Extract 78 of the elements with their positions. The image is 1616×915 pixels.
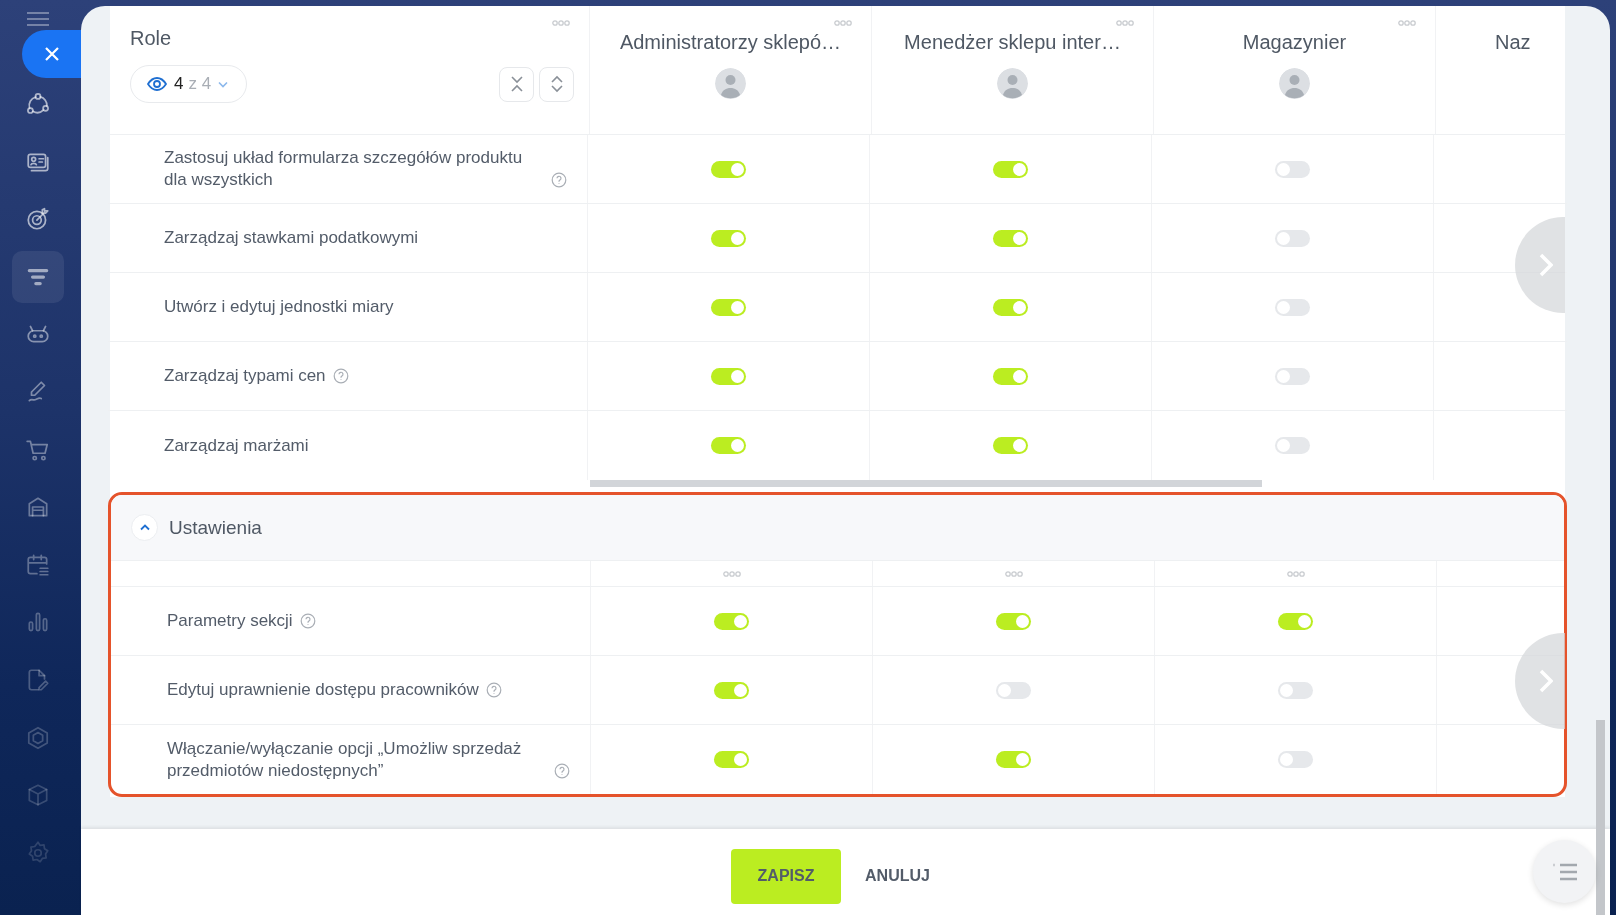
toggle-switch[interactable]: [1275, 367, 1310, 385]
cancel-button[interactable]: ANULUJ: [865, 867, 930, 885]
chevron-down-icon: [218, 80, 229, 88]
toggle-switch[interactable]: [1275, 298, 1310, 316]
permission-label: Zarządzaj marżami: [164, 434, 309, 457]
toggle-switch[interactable]: [996, 681, 1031, 699]
permission-label: Zarządzaj stawkami podatkowymi: [164, 227, 419, 249]
collapse-icon: [509, 75, 524, 93]
dots-icon[interactable]: [722, 570, 741, 577]
permission-label: Utwórz i edytuj jednostki miary: [164, 296, 394, 318]
vertical-scrollbar[interactable]: [1596, 720, 1605, 915]
toggle-switch[interactable]: [1275, 160, 1310, 178]
toggle-switch[interactable]: [714, 612, 749, 630]
toggle-switch[interactable]: [711, 160, 746, 178]
toggle-switch[interactable]: [1275, 437, 1310, 454]
toggle-switch[interactable]: [711, 437, 746, 454]
save-button[interactable]: ZAPISZ: [731, 848, 842, 904]
toggle-switch[interactable]: [993, 437, 1028, 454]
section-toggle-button[interactable]: [131, 514, 158, 541]
dots-icon[interactable]: [552, 20, 570, 26]
expand-all-button[interactable]: [539, 66, 574, 102]
permission-label: Parametry sekcji: [167, 610, 293, 632]
toggle-switch[interactable]: [1278, 751, 1313, 768]
toggle-switch[interactable]: [711, 229, 746, 247]
dots-icon[interactable]: [1286, 570, 1305, 577]
permission-label: Zarządzaj typami cen: [164, 365, 326, 387]
user-avatar-icon: [997, 68, 1028, 99]
column-title: Magazynier: [1242, 30, 1347, 54]
chevron-right-icon: [1539, 669, 1553, 693]
section-title: Ustawienia: [169, 516, 262, 539]
dots-icon[interactable]: [1398, 20, 1416, 26]
target-icon: [25, 206, 51, 233]
toggle-switch[interactable]: [714, 751, 749, 768]
toggle-switch[interactable]: [711, 367, 746, 385]
user-avatar-icon: [715, 68, 746, 99]
permission-label: Zastosuj układ formularza szczegółów produktu dla wszystkich: [164, 147, 524, 191]
toggle-switch[interactable]: [996, 751, 1031, 768]
horizontal-scrollbar[interactable]: [590, 480, 1262, 487]
list-icon: [1551, 862, 1578, 881]
toggle-switch[interactable]: [993, 160, 1028, 178]
eye-icon: [147, 77, 167, 91]
calendar-icon: [25, 551, 51, 578]
document-edit-icon: [25, 666, 51, 693]
dots-icon[interactable]: [834, 20, 852, 26]
toggle-switch[interactable]: [1275, 229, 1310, 247]
permission-label: Włączanie/wyłączanie opcji „Umożliw sprzedaż przedmiotów niedostępnych”: [167, 737, 523, 782]
column-title: Administratorzy sklepó…: [619, 30, 842, 54]
column-title: Role: [130, 26, 172, 50]
toggle-switch[interactable]: [714, 681, 749, 699]
help-icon[interactable]: [299, 613, 316, 629]
menu-icon[interactable]: [27, 11, 49, 27]
nodes-icon: [25, 91, 51, 117]
permission-label: Edytuj uprawnienie dostępu pracowników: [167, 679, 479, 701]
help-icon[interactable]: [485, 682, 502, 698]
user-avatar-icon: [1279, 68, 1310, 99]
help-icon[interactable]: [554, 762, 570, 779]
close-icon: [43, 46, 60, 62]
sidebar-button[interactable]: [12, 250, 64, 303]
column-title: Naz: [1495, 31, 1531, 53]
expand-icon: [549, 75, 564, 93]
toggle-switch[interactable]: [711, 298, 746, 316]
visibility-filter-button[interactable]: 4 z 4: [130, 65, 248, 103]
collapse-all-button[interactable]: [499, 66, 534, 102]
toggle-switch[interactable]: [996, 612, 1031, 630]
toggle-switch[interactable]: [993, 367, 1028, 385]
toggle-switch[interactable]: [993, 298, 1028, 316]
column-title: Menedżer sklepu inter…: [904, 30, 1121, 54]
help-icon[interactable]: [551, 172, 567, 188]
dots-icon[interactable]: [1004, 570, 1023, 577]
toggle-switch[interactable]: [1278, 681, 1313, 699]
chevron-up-icon: [139, 524, 150, 531]
help-icon[interactable]: [332, 368, 349, 384]
dots-icon[interactable]: [1116, 20, 1134, 26]
toggle-switch[interactable]: [993, 229, 1028, 247]
toggle-switch[interactable]: [1278, 612, 1313, 630]
chevron-right-icon: [1539, 253, 1553, 277]
hexagon-icon: [25, 724, 51, 751]
close-button[interactable]: [22, 30, 81, 78]
